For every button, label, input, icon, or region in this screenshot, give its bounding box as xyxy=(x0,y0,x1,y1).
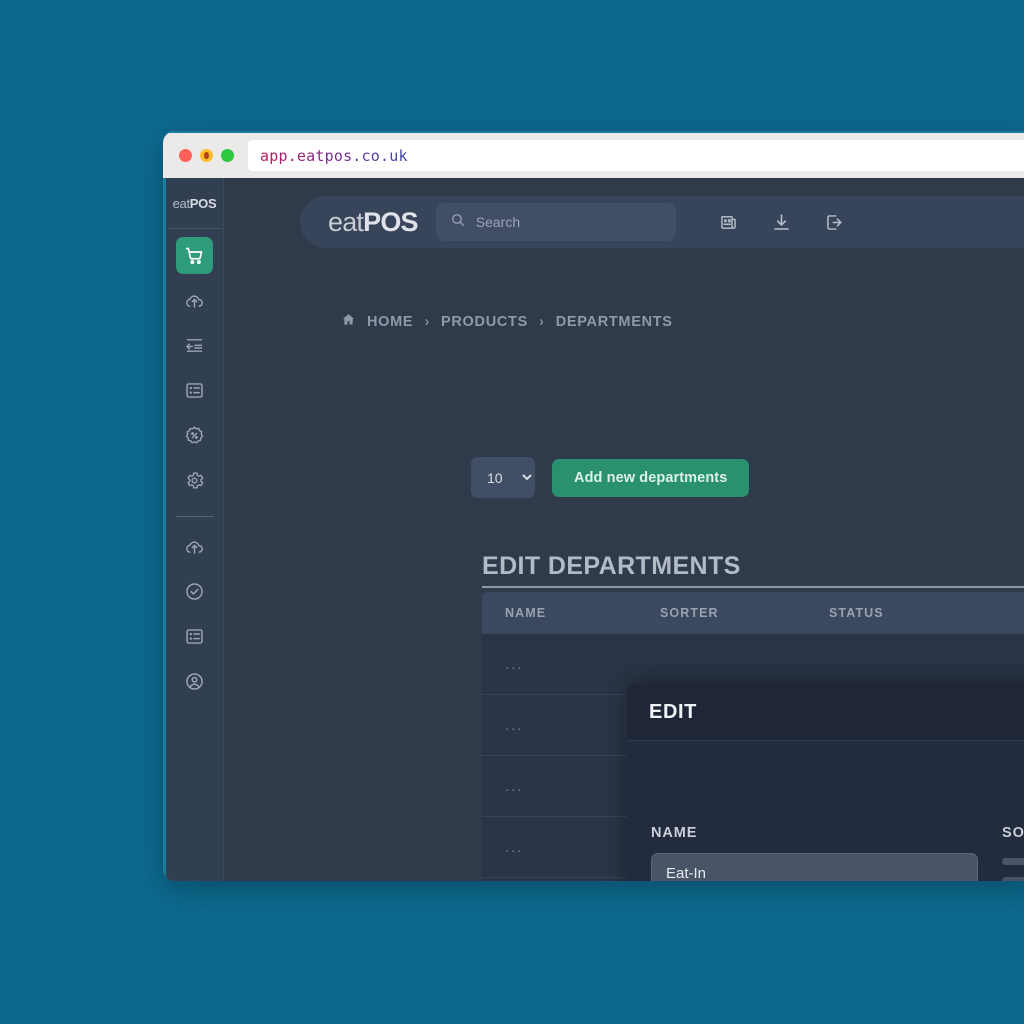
sorter-value-box: 14 xyxy=(1002,877,1024,881)
list-box-2-icon xyxy=(184,626,205,647)
breadcrumb-item-home[interactable]: HOME xyxy=(367,314,413,330)
header-actions xyxy=(718,212,845,233)
close-window-button[interactable] xyxy=(179,149,192,162)
news-icon[interactable] xyxy=(718,212,739,233)
name-label: NAME xyxy=(651,825,978,841)
controls-row: 102550100 Add new departments xyxy=(471,457,750,498)
brand-logo-bold: POS xyxy=(363,206,418,237)
address-bar[interactable]: app.eatpos.co.uk xyxy=(248,140,1024,171)
search-icon xyxy=(450,212,466,233)
user-circle-icon xyxy=(184,671,205,692)
table-cell-name: ... xyxy=(505,716,524,734)
list-indent-icon xyxy=(184,335,205,356)
add-new-departments-button[interactable]: Add new departments xyxy=(552,458,750,497)
sidebar-item-check-circle[interactable] xyxy=(176,573,213,610)
browser-window: app.eatpos.co.uk eat POS eatPOS Search H… xyxy=(163,131,1024,881)
home-icon[interactable] xyxy=(341,312,356,331)
sidebar-item-discount[interactable] xyxy=(176,417,213,454)
name-field-group: NAME xyxy=(651,825,978,881)
sidebar-item-list-box-2[interactable] xyxy=(176,618,213,655)
edit-modal: EDIT NAME SORTER ? xyxy=(627,684,1024,881)
sorter-slider[interactable] xyxy=(1002,858,1024,865)
column-header-status[interactable]: STATUS xyxy=(829,606,1024,620)
sidebar-item-cloud-upload-2[interactable] xyxy=(176,528,213,565)
cloud-upload-icon xyxy=(184,290,205,311)
modal-body: NAME SORTER ? 14 xyxy=(627,741,1024,881)
sidebar-divider-middle xyxy=(175,516,214,517)
title-underline xyxy=(482,586,1024,588)
app-header: eatPOS xyxy=(300,196,1024,248)
breadcrumb-item-departments[interactable]: DEPARTMENTS xyxy=(556,314,673,330)
sidebar-logo: eat POS xyxy=(166,178,223,228)
name-input[interactable] xyxy=(651,853,978,881)
table-cell-name: ... xyxy=(505,838,524,856)
maximize-window-button[interactable] xyxy=(221,149,234,162)
sidebar-divider-top xyxy=(167,228,222,229)
minimize-window-button[interactable] xyxy=(200,149,213,162)
sidebar-item-account[interactable] xyxy=(176,663,213,700)
logout-icon[interactable] xyxy=(824,212,845,233)
sidebar: eat POS xyxy=(163,178,224,881)
brand-logo-light: eat xyxy=(328,206,364,237)
app-viewport: eat POS eatPOS Search HOME › PRODUCTS › … xyxy=(163,178,1024,881)
window-controls xyxy=(163,149,248,162)
browser-title-bar: app.eatpos.co.uk xyxy=(163,131,1024,178)
shopping-cart-icon xyxy=(184,245,205,266)
cloud-upload-2-icon xyxy=(184,536,205,557)
sorter-label-text: SORTER xyxy=(1002,825,1024,841)
modal-header: EDIT xyxy=(627,684,1024,741)
percent-badge-icon xyxy=(184,425,205,446)
sidebar-item-list-indent[interactable] xyxy=(176,327,213,364)
sidebar-logo-light: eat xyxy=(172,195,190,211)
table-cell-name: ... xyxy=(505,777,524,795)
page-size-select[interactable]: 102550100 xyxy=(471,457,535,498)
name-label-text: NAME xyxy=(651,825,698,841)
modal-title: EDIT xyxy=(649,700,697,723)
sidebar-logo-bold: POS xyxy=(189,195,217,211)
download-icon[interactable] xyxy=(771,212,792,233)
main-content: eatPOS Search HOME › PRODUCTS › DEPARTME… xyxy=(224,178,1024,881)
sidebar-item-shopping-cart[interactable] xyxy=(176,237,213,274)
column-header-sorter[interactable]: SORTER xyxy=(660,606,829,620)
breadcrumb-item-products[interactable]: PRODUCTS xyxy=(441,314,528,330)
url-text: app.eatpos.co.uk xyxy=(260,146,408,165)
brand-logo: eatPOS xyxy=(328,206,419,238)
sidebar-item-settings[interactable] xyxy=(176,462,213,499)
breadcrumb-separator-1: › xyxy=(424,313,431,330)
sidebar-item-cloud-upload[interactable] xyxy=(176,282,213,319)
page-title: EDIT DEPARTMENTS xyxy=(482,552,741,580)
sorter-label: SORTER ? xyxy=(1002,825,1024,841)
sidebar-item-list-box[interactable] xyxy=(176,372,213,409)
list-box-icon xyxy=(184,380,205,401)
gear-icon xyxy=(184,470,205,491)
check-circle-icon xyxy=(184,581,205,602)
table-cell-name: ... xyxy=(505,655,524,673)
breadcrumb: HOME › PRODUCTS › DEPARTMENTS xyxy=(341,312,673,331)
table-header-row: NAME SORTER STATUS CATEGORIES xyxy=(482,592,1024,634)
breadcrumb-separator-2: › xyxy=(538,313,545,330)
search-input[interactable] xyxy=(475,214,646,230)
sorter-field-group: SORTER ? 14 xyxy=(1002,825,1024,881)
column-header-name[interactable]: NAME xyxy=(482,606,660,620)
search-box[interactable] xyxy=(435,203,676,241)
